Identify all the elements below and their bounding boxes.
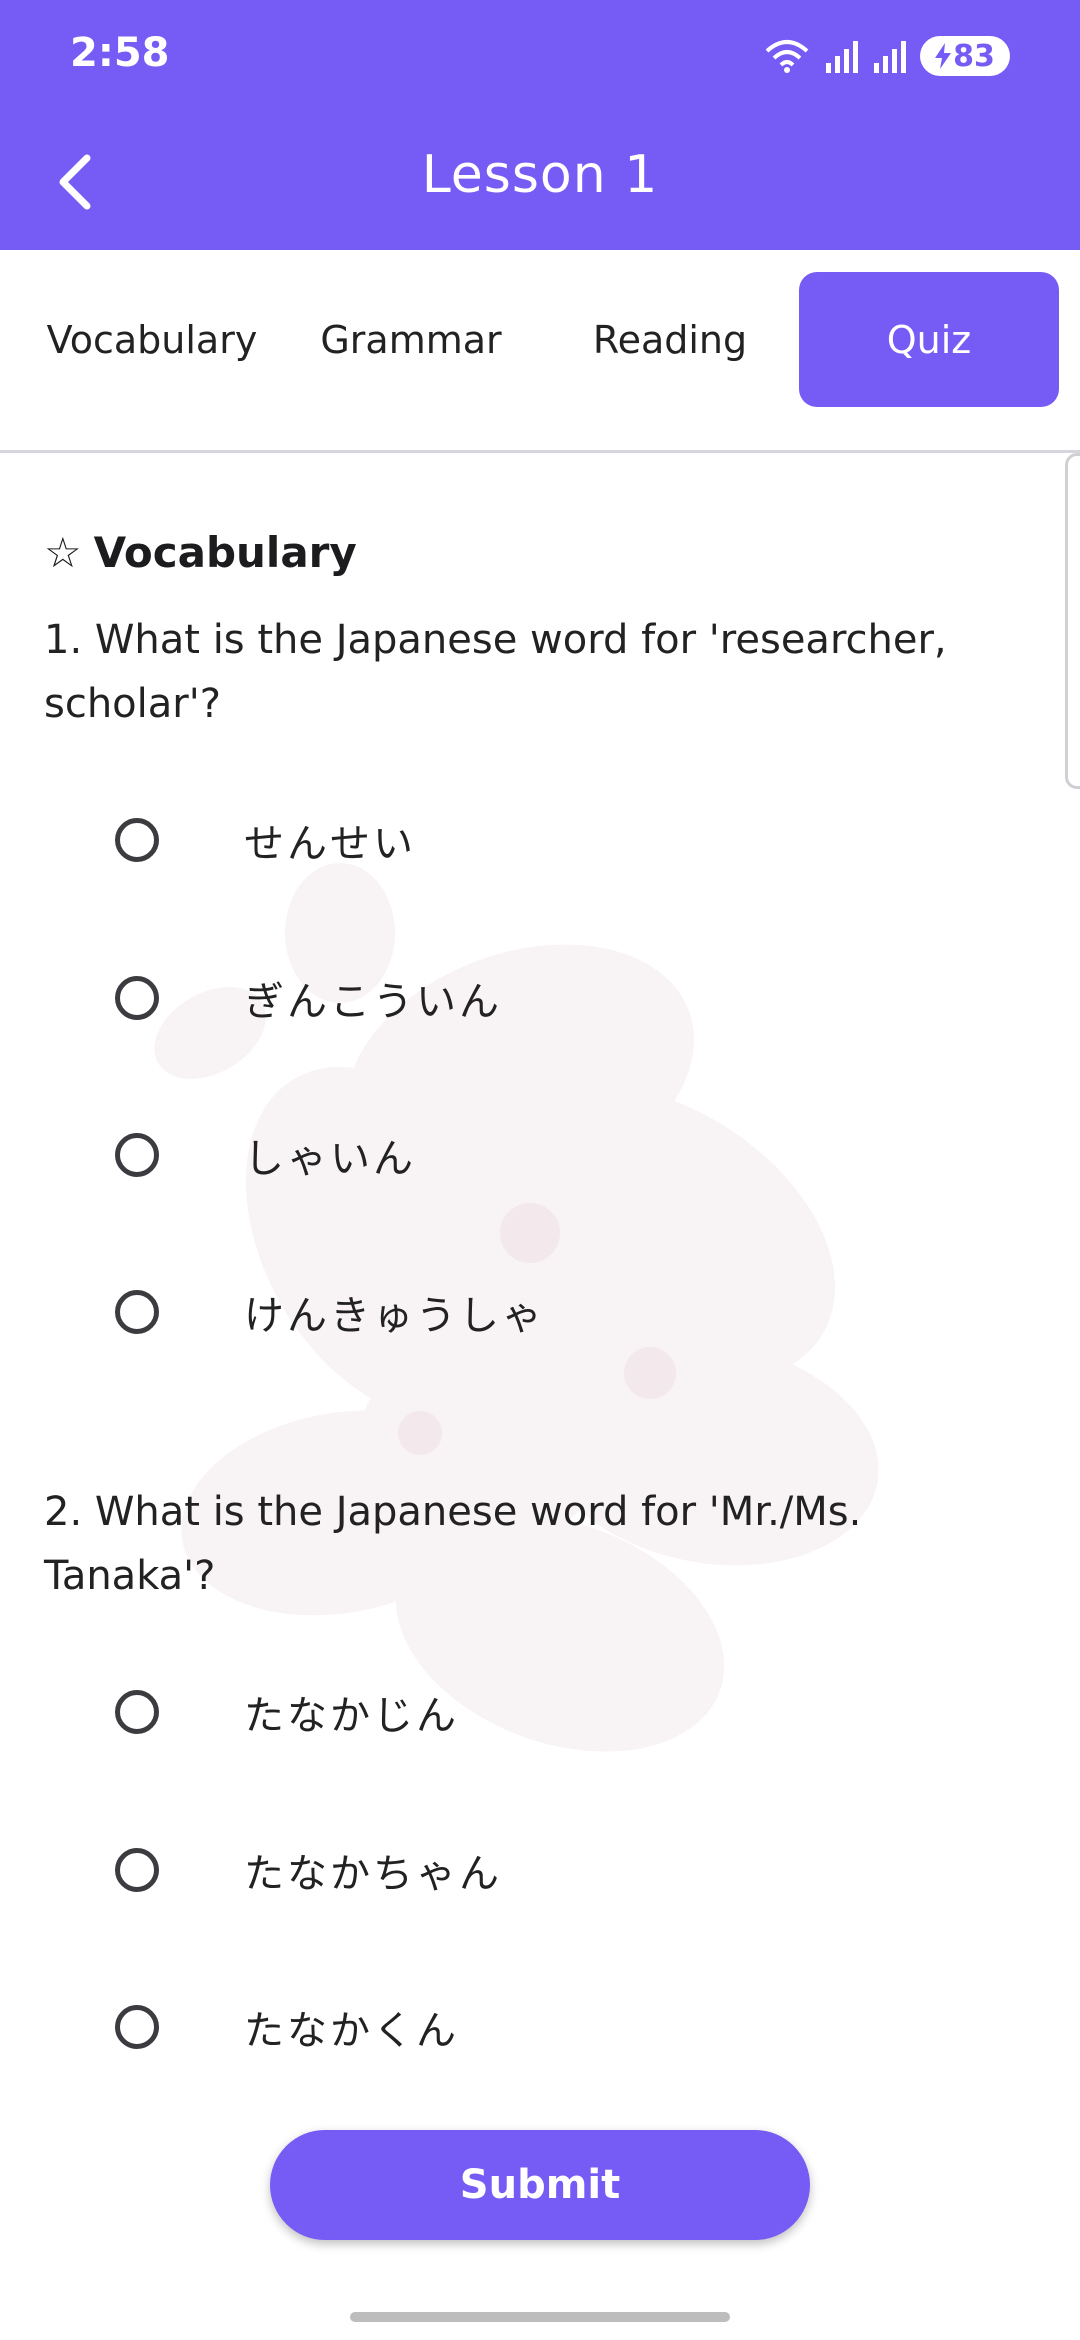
radio-button[interactable] xyxy=(115,2005,159,2049)
tab-vocabulary[interactable]: Vocabulary xyxy=(22,272,282,407)
tab-reading[interactable]: Reading xyxy=(540,272,800,407)
option-label: ぎんこういん xyxy=(244,979,502,1025)
question-2: 2. What is the Japanese word for 'Mr./Ms… xyxy=(44,1489,862,1599)
status-time: 2:58 xyxy=(70,30,170,76)
radio-button[interactable] xyxy=(115,1690,159,1734)
option-label: たなかくん xyxy=(244,2008,459,2054)
status-icons: 83 xyxy=(764,34,1010,78)
option-row[interactable]: たなかじん xyxy=(115,1667,815,1757)
radio-button[interactable] xyxy=(115,976,159,1020)
option-row[interactable]: けんきゅうしゃ xyxy=(115,1267,815,1357)
tab-bar: Vocabulary Grammar Reading Quiz xyxy=(0,250,1080,453)
app-bar: Lesson 1 xyxy=(0,115,1080,250)
signal-icon xyxy=(874,41,906,73)
submit-button[interactable]: Submit xyxy=(270,2130,810,2240)
option-row[interactable]: たなかくん xyxy=(115,1982,815,2072)
scrollbar[interactable] xyxy=(1065,453,1080,789)
option-label: せんせい xyxy=(244,821,416,867)
radio-button[interactable] xyxy=(115,1290,159,1334)
option-label: しゃいん xyxy=(244,1136,416,1182)
option-label: たなかじん xyxy=(244,1693,459,1739)
question-1: 1. What is the Japanese word for 'resear… xyxy=(44,617,947,727)
page-title: Lesson 1 xyxy=(421,145,659,205)
radio-button[interactable] xyxy=(115,1848,159,1892)
option-row[interactable]: せんせい xyxy=(115,795,815,885)
option-row[interactable]: たなかちゃん xyxy=(115,1825,815,1915)
tab-quiz[interactable]: Quiz xyxy=(799,272,1059,407)
tab-grammar[interactable]: Grammar xyxy=(281,272,541,407)
radio-button[interactable] xyxy=(115,1133,159,1177)
home-indicator[interactable] xyxy=(350,2312,730,2322)
star-icon: ☆ xyxy=(44,528,82,577)
quiz-content[interactable]: ☆ Vocabulary 1. What is the Japanese wor… xyxy=(0,453,1080,2340)
battery-indicator: 83 xyxy=(920,36,1010,76)
option-label: けんきゅうしゃ xyxy=(244,1293,545,1339)
charging-icon xyxy=(935,43,952,69)
option-label: たなかちゃん xyxy=(244,1851,502,1897)
option-row[interactable]: しゃいん xyxy=(115,1110,815,1200)
section-title: ☆ Vocabulary xyxy=(44,528,357,577)
wifi-icon xyxy=(765,40,809,73)
battery-level: 83 xyxy=(953,38,995,74)
option-row[interactable]: ぎんこういん xyxy=(115,953,815,1043)
signal-icon xyxy=(826,41,858,73)
section-title-text: Vocabulary xyxy=(93,528,357,577)
status-bar: 2:58 83 xyxy=(0,0,1080,115)
radio-button[interactable] xyxy=(115,818,159,862)
